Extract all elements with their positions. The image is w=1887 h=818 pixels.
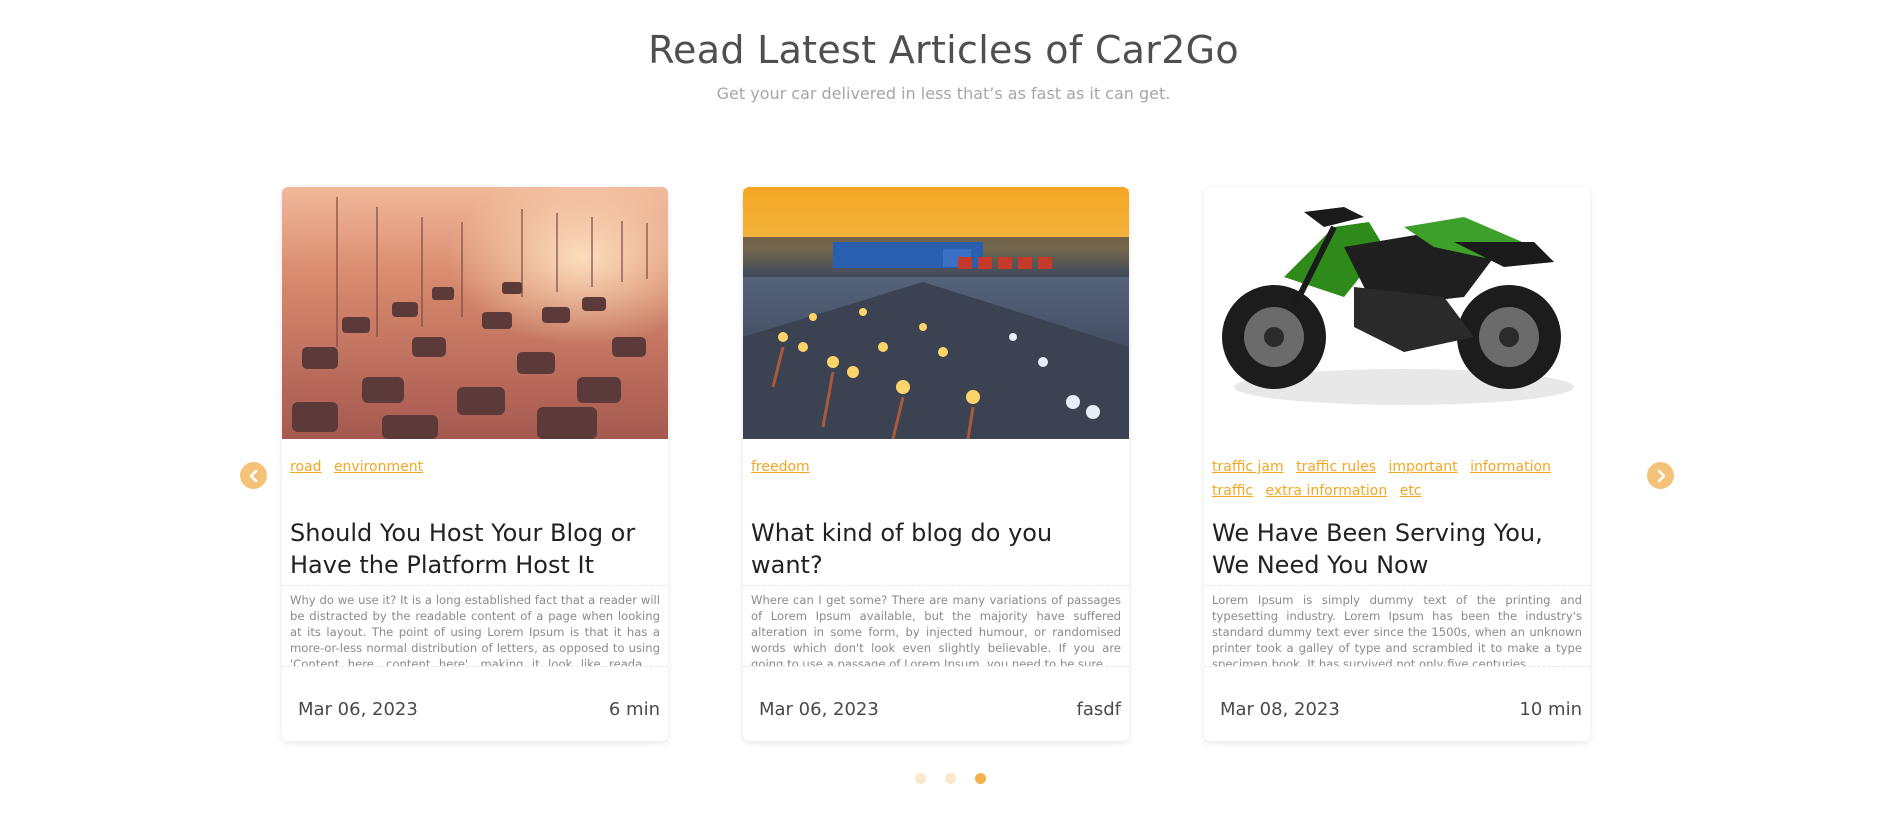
article-excerpt: Why do we use it? It is a long establish… (282, 585, 668, 667)
article-title[interactable]: What kind of blog do you want? (751, 517, 1125, 581)
pagination-dot[interactable] (945, 773, 956, 784)
article-date: Mar 06, 2023 (298, 699, 418, 720)
article-card[interactable]: freedom What kind of blog do you want? W… (743, 187, 1129, 741)
article-meta: 10 min (1519, 699, 1582, 720)
tag-list: road environment (290, 455, 660, 479)
article-meta: 6 min (608, 699, 660, 720)
section-subtitle: Get your car delivered in less that’s as… (716, 84, 1171, 103)
article-card[interactable]: road environment Should You Host Your Bl… (282, 187, 668, 741)
tag-link[interactable]: information (1470, 455, 1551, 479)
article-title[interactable]: Should You Host Your Blog or Have the Pl… (290, 517, 664, 581)
article-footer: Mar 06, 2023 fasdf (759, 699, 1121, 720)
tag-link[interactable]: important (1388, 455, 1457, 479)
article-title[interactable]: We Have Been Serving You, We Need You No… (1212, 517, 1586, 581)
tag-list: traffic jam traffic rules important info… (1212, 455, 1582, 503)
chevron-right-icon (1657, 469, 1665, 482)
article-image[interactable] (282, 187, 668, 439)
tag-link[interactable]: extra information (1266, 479, 1388, 503)
article-image[interactable] (743, 187, 1129, 439)
section-title: Read Latest Articles of Car2Go (648, 28, 1239, 72)
article-excerpt: Lorem Ipsum is simply dummy text of the … (1204, 585, 1590, 667)
tag-link[interactable]: traffic rules (1296, 455, 1376, 479)
tag-link[interactable]: traffic (1212, 479, 1253, 503)
pagination-dot-active[interactable] (975, 773, 986, 784)
tag-link[interactable]: freedom (751, 455, 810, 479)
tag-link[interactable]: etc (1400, 479, 1422, 503)
tag-list: freedom (751, 455, 1121, 479)
carousel-next-button[interactable] (1647, 462, 1674, 489)
tag-link[interactable]: traffic jam (1212, 455, 1284, 479)
article-meta: fasdf (1076, 699, 1121, 720)
article-card[interactable]: traffic jam traffic rules important info… (1204, 187, 1590, 741)
tag-link[interactable]: road (290, 455, 321, 479)
pagination-dot[interactable] (915, 773, 926, 784)
carousel-prev-button[interactable] (240, 462, 267, 489)
article-date: Mar 08, 2023 (1220, 699, 1340, 720)
article-excerpt: Where can I get some? There are many var… (743, 585, 1129, 667)
chevron-left-icon (249, 469, 257, 482)
tag-link[interactable]: environment (334, 455, 423, 479)
article-footer: Mar 08, 2023 10 min (1220, 699, 1582, 720)
article-image[interactable] (1204, 187, 1590, 439)
article-date: Mar 06, 2023 (759, 699, 879, 720)
article-footer: Mar 06, 2023 6 min (298, 699, 660, 720)
carousel-pagination (915, 773, 986, 784)
